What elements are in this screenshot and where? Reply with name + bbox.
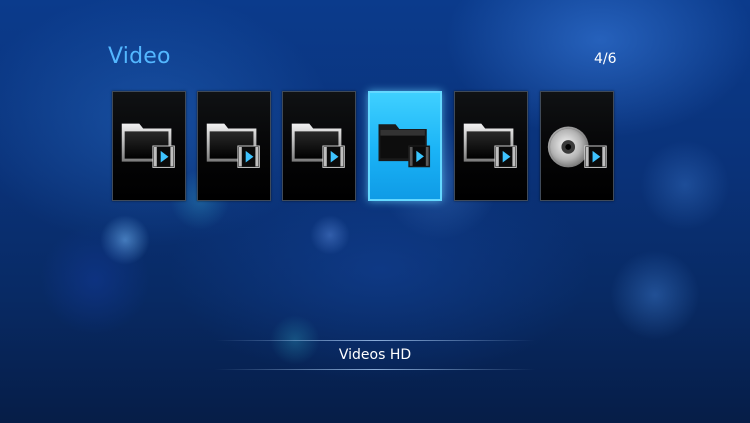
media-tile-2[interactable] (197, 91, 271, 201)
caption-divider-top (215, 340, 535, 341)
media-tile-5[interactable] (454, 91, 528, 201)
background-bokeh (310, 215, 350, 255)
video-folder-icon (121, 123, 175, 168)
background-bokeh (610, 250, 700, 340)
caption-divider-bottom (215, 369, 535, 370)
video-folder-icon (378, 124, 431, 168)
video-disc-icon (547, 126, 607, 168)
background-bokeh (40, 225, 150, 335)
page-title: Video (108, 44, 171, 69)
media-tile-3[interactable] (282, 91, 356, 201)
media-tile-1[interactable] (112, 91, 186, 201)
media-tile-6[interactable] (540, 91, 614, 201)
background-bokeh (100, 215, 150, 265)
page-indicator: 4/6 (594, 51, 617, 67)
video-folder-icon (291, 123, 345, 168)
video-folder-icon (463, 123, 517, 168)
media-tile-4-selected[interactable] (368, 91, 442, 201)
background-bokeh (640, 140, 730, 230)
video-folder-icon (206, 123, 260, 168)
selected-item-label: Videos HD (338, 347, 412, 363)
